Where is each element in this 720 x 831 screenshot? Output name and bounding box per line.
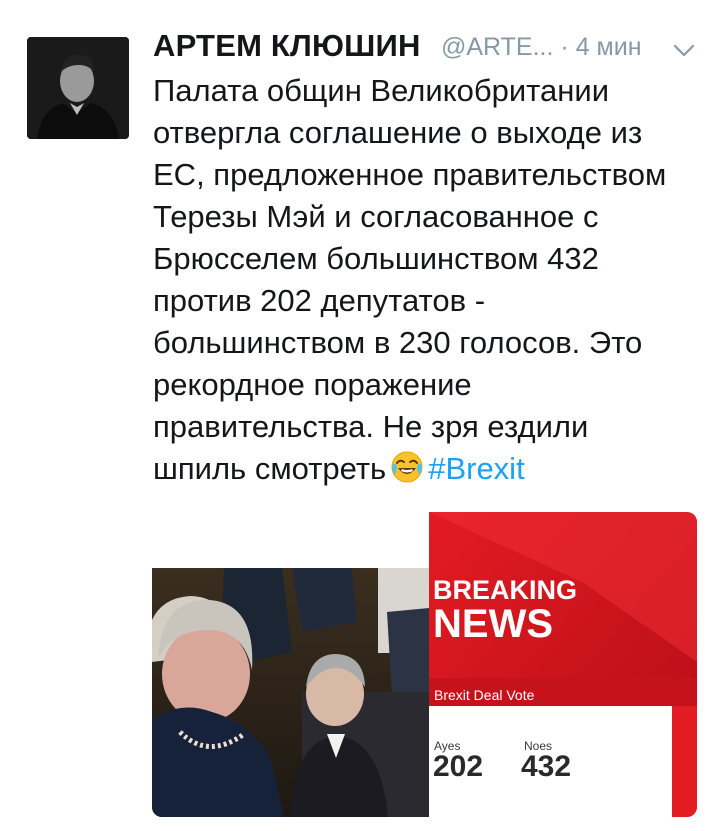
meta-separator: · — [560, 33, 569, 61]
tweet-text: Палата общин Великобритании отвергла сог… — [153, 70, 698, 490]
news-label: NEWS — [433, 602, 553, 646]
tweet-text-line: против 202 депутатов - — [153, 283, 486, 318]
vote-caption: Brexit Deal Vote — [434, 687, 535, 703]
tweet-text-line: Палата общин Великобритании — [153, 73, 610, 108]
tweet-text-line: Брюсселем большинством 432 — [153, 241, 599, 276]
author-handle[interactable]: @ARTE... — [441, 33, 553, 61]
tweet-text-line: рекордное поражение — [153, 367, 472, 402]
tweet[interactable]: АРТЕМ КЛЮШИН @ARTE... · 4 мин Палата общ… — [0, 0, 720, 831]
face-with-tears-of-joy-icon — [390, 450, 424, 495]
tweet-text-line: отвергла соглашение о выходе из — [153, 115, 643, 150]
tweet-meta: @ARTE... · 4 мин — [441, 33, 642, 62]
tweet-text-line: большинством в 230 голосов. Это — [153, 325, 643, 360]
avatar[interactable] — [27, 37, 129, 139]
tweet-text-line: правительства. Не зря ездили — [153, 409, 589, 444]
noes-count: 432 — [521, 750, 572, 783]
tweet-text-line: шпиль смотреть — [153, 451, 387, 486]
tweet-text-last-line: шпиль смотреть #Brexit — [153, 448, 698, 490]
tweet-text-line: ЕС, предложенное правительством — [153, 157, 667, 192]
author-name[interactable]: АРТЕМ КЛЮШИН — [153, 28, 421, 64]
tweet-timestamp[interactable]: 4 мин — [576, 33, 642, 61]
hashtag-link[interactable]: #Brexit — [428, 451, 524, 486]
chevron-down-icon[interactable] — [669, 35, 699, 65]
ayes-count: 202 — [433, 750, 484, 783]
media-image[interactable]: BREAKING NEWS Brexit Deal Vote Ayes Noes… — [152, 512, 697, 817]
tweet-text-line: Терезы Мэй и согласованное с — [153, 199, 599, 234]
